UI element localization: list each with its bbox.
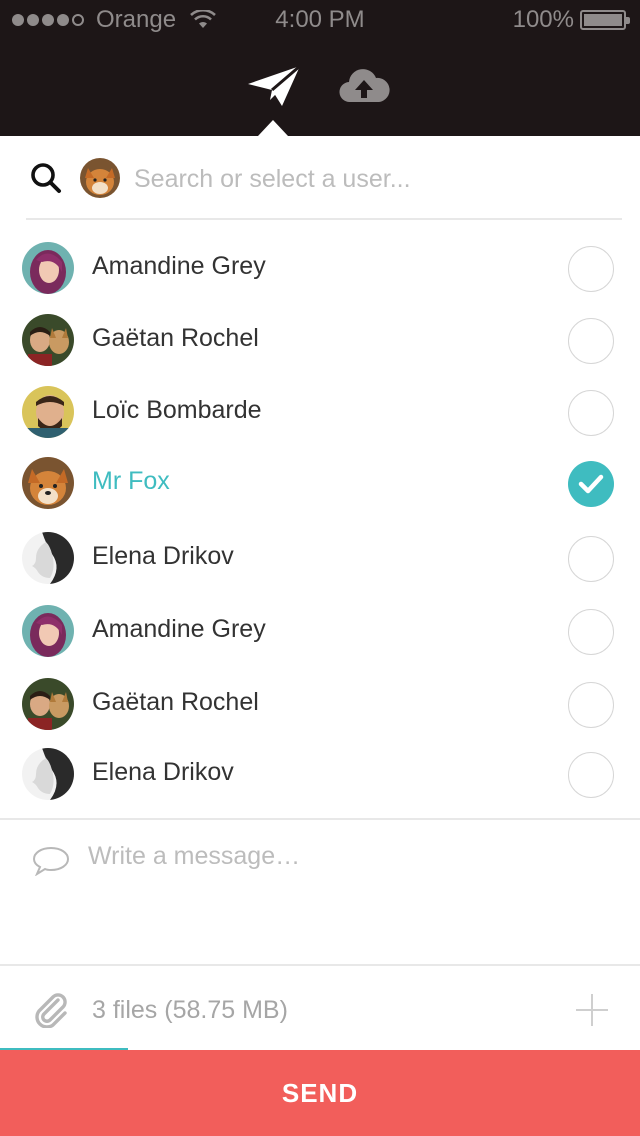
user-row[interactable]: Elena Drikov [0,522,640,594]
cloud-upload-icon[interactable] [338,66,390,106]
user-row[interactable]: Gaëtan Rochel [0,304,640,376]
select-circle[interactable] [568,682,614,728]
select-circle[interactable] [568,390,614,436]
select-circle[interactable] [568,246,614,292]
user-row[interactable]: Gaëtan Rochel [0,668,640,740]
search-bar [26,136,622,220]
send-button[interactable]: SEND [0,1050,640,1136]
add-file-button[interactable] [574,992,610,1028]
user-name: Amandine Grey [92,252,266,280]
user-row[interactable]: Amandine Grey [0,232,640,304]
user-avatar [22,605,74,657]
message-area [0,820,640,964]
user-row[interactable]: Mr Fox [0,447,640,519]
select-circle[interactable] [568,318,614,364]
top-bar: Orange 4:00 PM 100% [0,0,640,136]
user-row[interactable]: Amandine Grey [0,595,640,667]
user-avatar [22,748,74,800]
select-circle[interactable] [568,536,614,582]
user-name: Gaëtan Rochel [92,688,259,716]
user-avatar [22,457,74,509]
speech-bubble-icon [32,846,70,876]
user-row[interactable]: Elena Drikov [0,738,640,810]
battery-percent: 100% [512,6,574,33]
user-avatar [22,242,74,294]
nav-tabs [0,60,640,110]
user-avatar [22,678,74,730]
search-input[interactable] [134,158,594,200]
user-avatar [22,532,74,584]
user-avatar [22,386,74,438]
select-circle[interactable] [568,752,614,798]
select-circle[interactable] [568,609,614,655]
user-name: Amandine Grey [92,615,266,643]
user-row[interactable]: Loïc Bombarde [0,376,640,448]
user-avatar [22,314,74,366]
active-tab-indicator [258,120,288,136]
battery-icon [580,10,630,30]
status-bar: Orange 4:00 PM 100% [0,0,640,40]
message-input[interactable] [88,842,608,942]
user-name: Loïc Bombarde [92,396,262,424]
attachments-bar: 3 files (58.75 MB) [0,966,640,1050]
user-name: Elena Drikov [92,542,234,570]
user-name: Elena Drikov [92,758,234,786]
user-name: Mr Fox [92,467,170,495]
checkmark-icon[interactable] [568,461,614,507]
paperclip-icon [35,993,67,1028]
search-icon [31,163,61,193]
selected-user-avatar[interactable] [80,158,120,198]
files-summary: 3 files (58.75 MB) [92,996,288,1024]
status-right: 100% [512,6,630,34]
paper-plane-icon[interactable] [246,64,302,108]
user-name: Gaëtan Rochel [92,324,259,352]
